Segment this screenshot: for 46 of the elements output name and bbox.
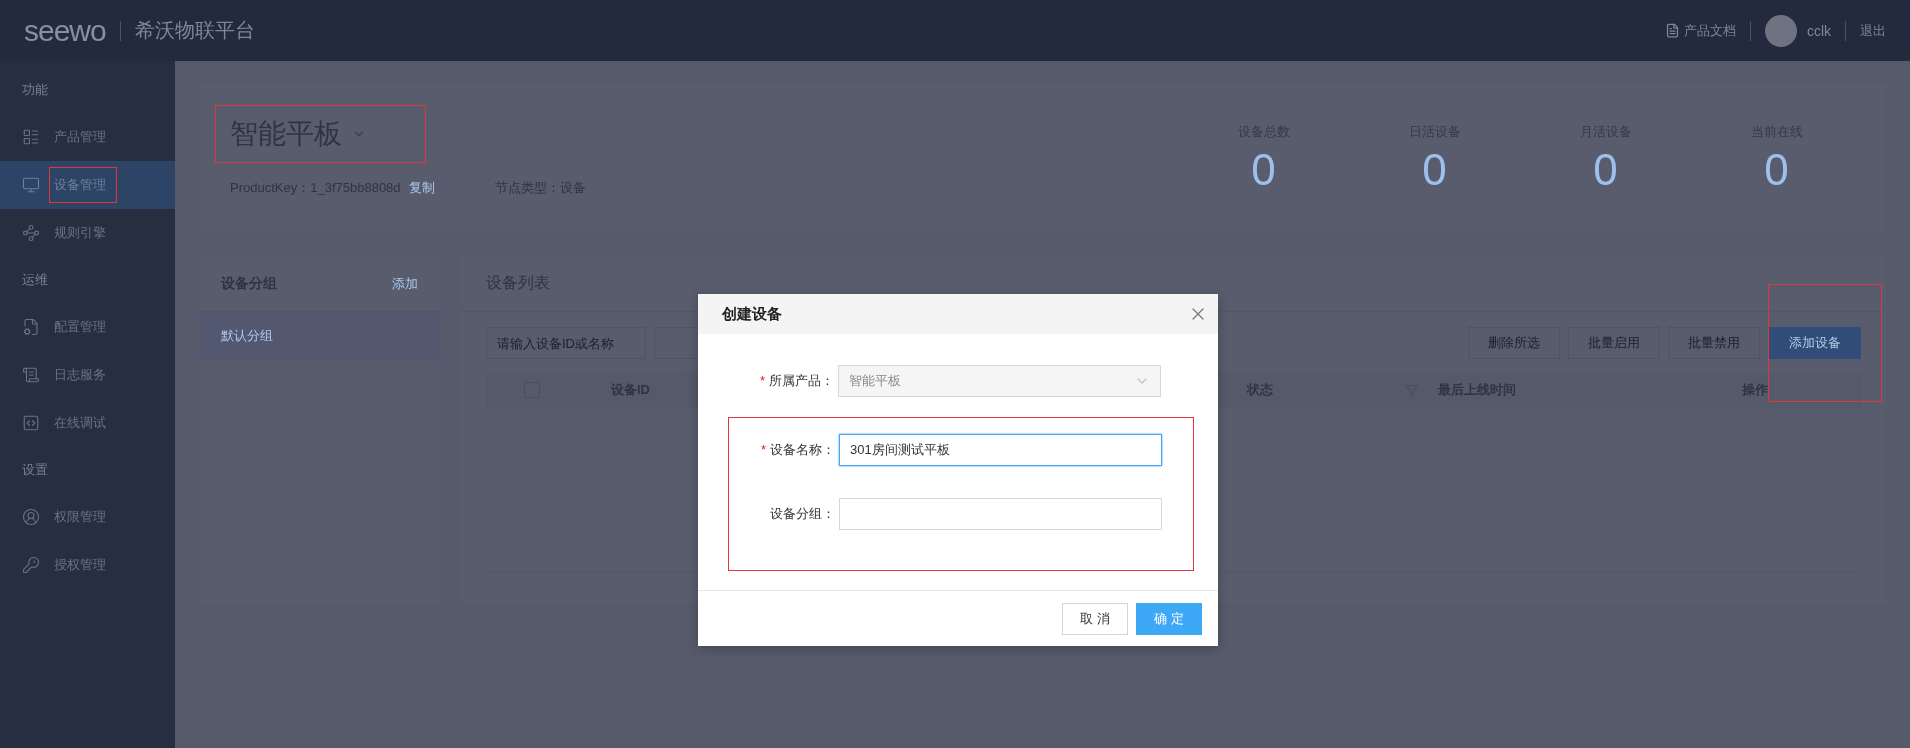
sidebar-item[interactable]: 权限管理 — [0, 493, 175, 541]
document-icon — [22, 366, 40, 384]
cancel-button[interactable]: 取 消 — [1062, 602, 1128, 635]
field-label: * 所属产品： — [758, 372, 835, 390]
add-link[interactable]: 添加 — [392, 274, 418, 293]
list-icon — [22, 128, 40, 146]
field-label: * 设备名称： — [759, 441, 836, 459]
stat-value: 0 — [1764, 145, 1789, 195]
search-field[interactable]: 请输入设备ID或名称 — [486, 327, 646, 359]
sidebar-item[interactable]: 配置管理 — [0, 303, 175, 351]
stat-value: 0 — [1593, 145, 1618, 195]
file-icon — [22, 318, 40, 336]
monitor-icon — [22, 176, 40, 194]
logout-link[interactable]: 退出 — [1860, 21, 1886, 40]
avatar[interactable] — [1764, 14, 1797, 47]
dialog-title: 创建设备 — [722, 304, 782, 324]
batch-button[interactable]: 批量启用 — [1568, 327, 1660, 359]
username: cclk — [1806, 22, 1831, 39]
sidebar-item[interactable]: 设备管理 — [0, 161, 175, 209]
copy-link[interactable]: 复制 — [408, 179, 435, 197]
sidebar-item[interactable]: 授权管理 — [0, 541, 175, 589]
confirm-button[interactable]: 确 定 — [1136, 602, 1202, 635]
sidebar-item[interactable]: 在线调试 — [0, 399, 175, 447]
sidebar-item[interactable]: 日志服务 — [0, 351, 175, 399]
nodes-icon — [22, 224, 40, 242]
section-heading: 功能 — [21, 81, 49, 99]
key-icon — [22, 556, 40, 574]
batch-button[interactable]: 批量禁用 — [1668, 327, 1760, 359]
docs-link[interactable]: 产品文档 — [1664, 21, 1736, 40]
section-heading: 设置 — [21, 461, 49, 479]
logo: seewo — [24, 13, 106, 48]
sidebar-item[interactable]: 规则引擎 — [0, 209, 175, 257]
stat-value: 0 — [1422, 145, 1447, 195]
batch-button[interactable]: 删除所选 — [1468, 327, 1560, 359]
document-icon — [1664, 23, 1680, 38]
stat-value: 0 — [1251, 145, 1276, 195]
add-button[interactable]: 添加设备 — [1769, 327, 1861, 359]
section-heading: 运维 — [21, 271, 49, 289]
app-title: 希沃物联平台 — [134, 18, 255, 43]
code-icon — [22, 414, 40, 432]
user-icon — [22, 508, 40, 526]
input-field[interactable] — [839, 498, 1162, 530]
field-label: 设备分组： — [769, 505, 836, 523]
sidebar-item[interactable]: 产品管理 — [0, 113, 175, 161]
input-field[interactable]: 301房间测试平板 — [839, 434, 1162, 466]
group-item[interactable]: 默认分组 — [199, 312, 440, 360]
